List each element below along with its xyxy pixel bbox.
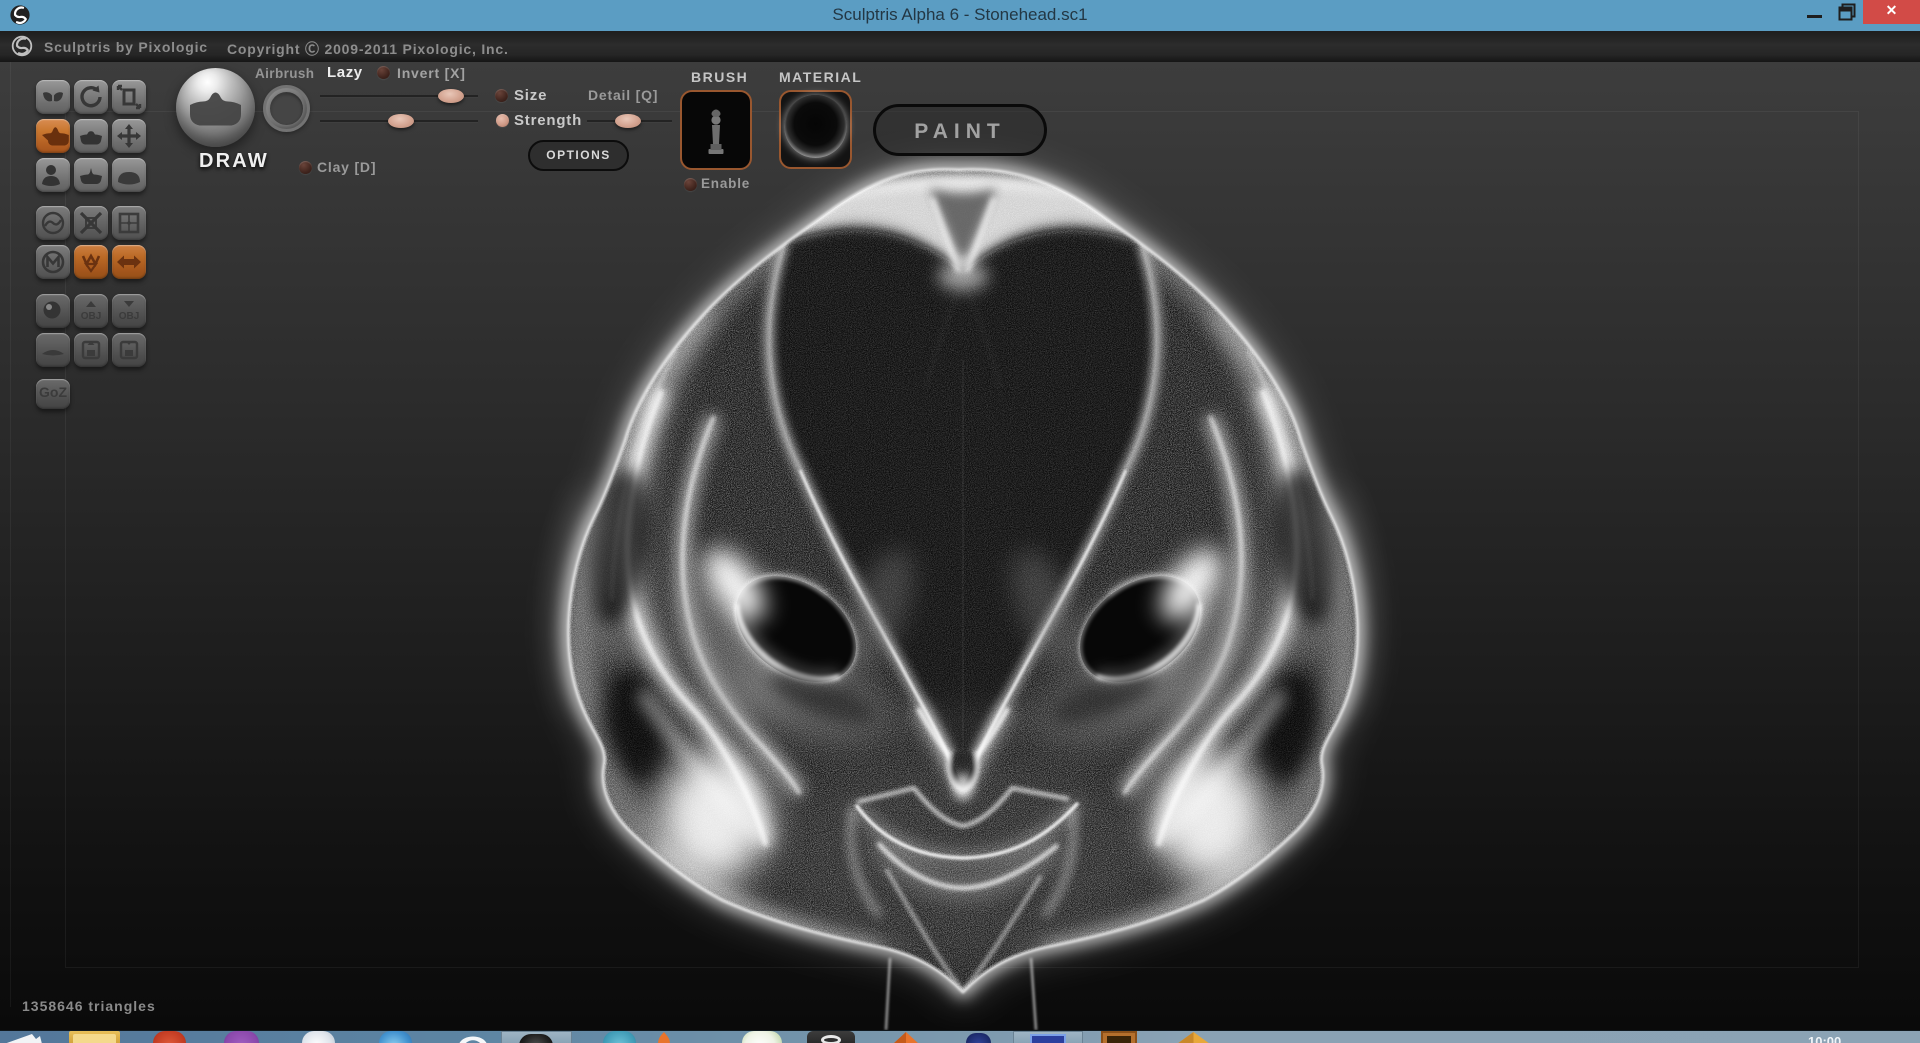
svg-text:OBJ: OBJ: [81, 311, 102, 322]
svg-text:OBJ: OBJ: [119, 311, 140, 322]
